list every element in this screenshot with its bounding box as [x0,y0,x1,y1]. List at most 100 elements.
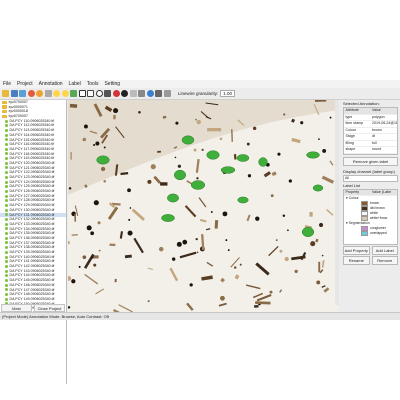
info-icon[interactable] [146,90,154,97]
color-icon[interactable] [36,90,43,97]
folder-icon [2,114,7,118]
undo-icon[interactable] [138,90,145,97]
specimen-image[interactable] [68,100,338,312]
leaf-annotation[interactable] [306,151,320,159]
menu-annotation[interactable]: Annotation [36,80,66,88]
image-file-icon [5,180,8,184]
menu-file[interactable]: File [0,80,14,88]
display-channel-label: Display channel (label group) [343,168,395,174]
seed-particle [287,229,289,232]
open-icon[interactable] [2,90,9,97]
settings-icon[interactable] [44,90,52,97]
leaf-annotation[interactable] [312,184,324,192]
plant-fragment [207,128,222,132]
attribute-value: polygon [372,114,385,119]
leaf-annotation[interactable] [190,180,206,190]
seed-particle [294,269,298,273]
seed-particle [129,207,132,209]
remove-label-button[interactable]: Remove given label [343,156,398,166]
plant-fragment [69,103,78,108]
leaf-annotation[interactable] [174,169,186,181]
leaf-annotation[interactable] [161,214,175,222]
seed-particle [322,148,327,153]
chevron-down-icon[interactable]: ▾ [346,196,348,201]
seed-particle [318,138,320,140]
attribute-col-header: Attribute [345,108,359,112]
plant-fragment [254,304,259,308]
leaf-annotation[interactable] [301,227,315,237]
close-project-button[interactable]: Close Project [34,304,65,312]
seed-particle [93,200,99,206]
brush-icon[interactable] [104,90,111,97]
image-file-icon [5,147,8,151]
zoom-in-icon[interactable] [53,90,60,97]
attribute-name: filling [345,140,354,145]
chevron-down-icon[interactable]: ▾ [346,221,348,226]
image-file-icon [5,227,8,231]
seed-particle [175,121,179,125]
image-file-icon [5,189,8,193]
attribute-name: Stage [345,134,355,138]
rect-icon[interactable] [78,90,86,97]
leaf-annotation[interactable] [96,155,110,165]
image-viewer[interactable] [68,100,338,312]
polygon-icon[interactable] [87,90,94,97]
plant-fragment [157,150,162,153]
attribute-value: round [372,147,382,151]
seed-particle [78,265,81,268]
seed-particle [127,230,133,236]
seed-particle [82,137,87,142]
save-icon[interactable] [10,90,18,97]
hand-icon[interactable] [121,90,128,97]
leaf-annotation[interactable] [236,154,250,162]
leaf-annotation[interactable] [206,150,220,160]
seed-particle [201,148,204,151]
attribute-row[interactable]: shape round [344,147,397,154]
vertical-scrollbar[interactable] [335,100,339,305]
granularity-input[interactable]: 1.00 [220,90,236,97]
leaf-annotation[interactable] [237,196,249,204]
attribute-name: shape [345,147,356,151]
menu-label[interactable]: Label [66,80,84,88]
image-file-icon [5,199,8,203]
label-item[interactable]: overlapped [344,231,397,236]
seed-particle [93,143,96,147]
export-icon[interactable] [19,90,26,97]
image-file-icon [5,250,8,254]
menu-tools[interactable]: Tools [84,80,102,88]
circle-icon[interactable] [95,90,103,97]
grid-icon[interactable] [155,90,162,97]
add-property-button[interactable]: Add Property [343,245,370,255]
image-file-icon [5,278,8,282]
leaf-annotation[interactable] [258,157,268,167]
image-file-icon [5,157,8,161]
attribute-table: Attribute Value type polygon time stamp 201… [343,107,398,155]
seed-particle [277,152,281,156]
add-label-button[interactable]: Add Label [371,245,398,255]
seed-particle [329,116,332,119]
leaf-annotation[interactable] [220,166,236,174]
image-file-icon [5,138,8,142]
main-button[interactable]: Main [1,304,32,312]
zoom-out-icon[interactable] [61,90,69,97]
palette-icon[interactable] [27,90,35,97]
record-icon[interactable] [112,90,120,97]
seed-particle [97,221,101,225]
image-file-icon [5,119,8,123]
leaf-annotation[interactable] [181,135,195,145]
seed-particle [316,280,321,285]
menu-project[interactable]: Project [14,80,36,88]
remove-button[interactable]: Remove [371,255,398,265]
channel-select[interactable]: All [343,174,398,182]
magic-wand-icon[interactable] [129,90,137,97]
rename-button[interactable]: Rename [343,255,370,265]
contrast-icon[interactable] [163,90,171,97]
menu-setting[interactable]: Setting [101,80,123,88]
seed-particle [127,188,131,193]
seed-particle [193,148,197,152]
leaf-annotation[interactable] [167,193,179,203]
plant-fragment [160,182,168,186]
plant-fragment [70,152,72,160]
fit-icon[interactable] [70,90,77,97]
image-file-icon [5,208,8,212]
